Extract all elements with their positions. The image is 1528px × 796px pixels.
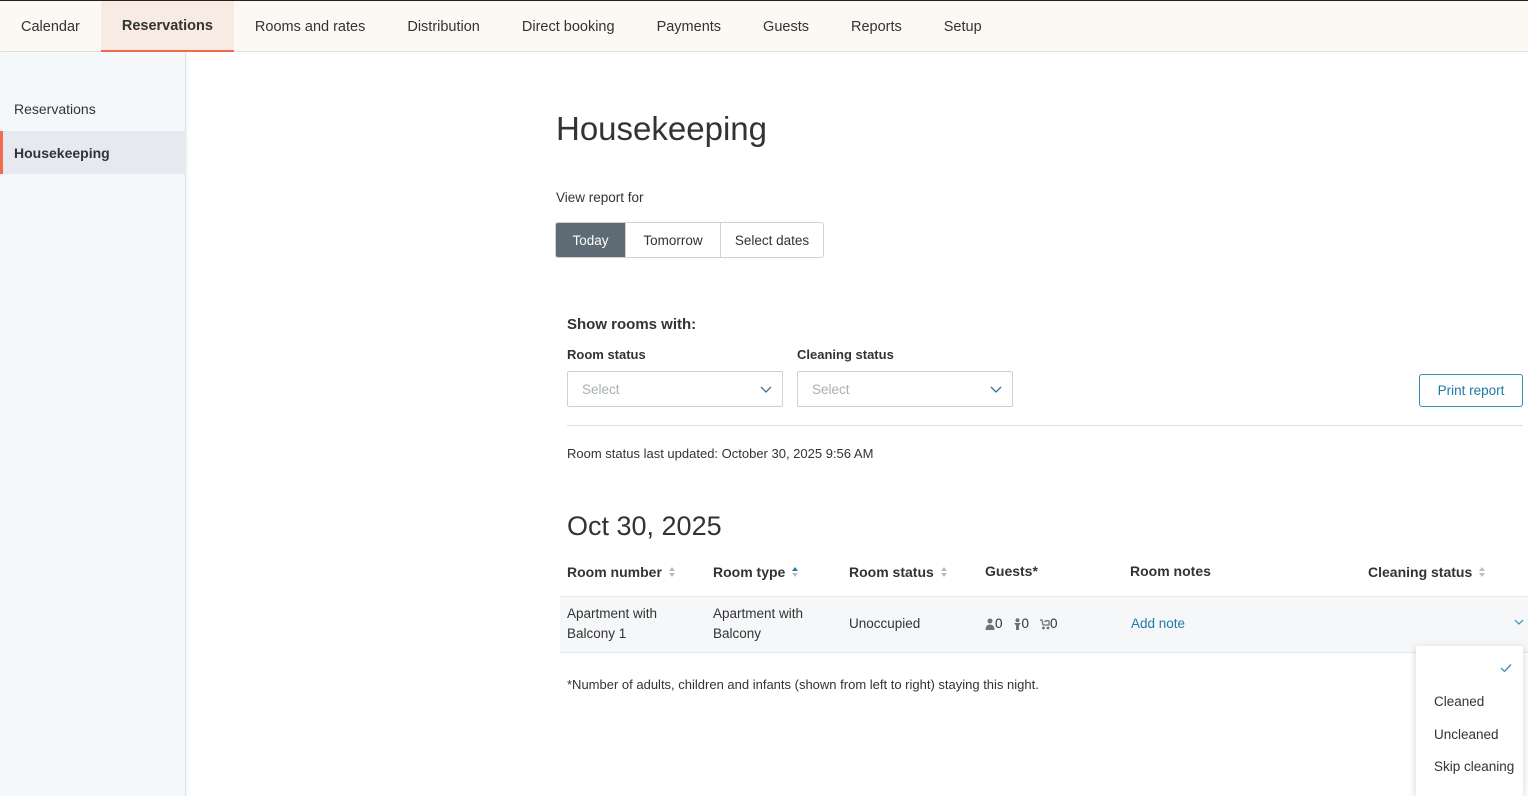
sort-icon bbox=[668, 567, 675, 577]
chevron-down-icon bbox=[760, 386, 772, 393]
tab-reports[interactable]: Reports bbox=[830, 1, 923, 52]
sort-icon bbox=[1479, 567, 1486, 577]
guests-cell: 0 0 0 bbox=[985, 614, 1066, 634]
sort-icon bbox=[940, 567, 947, 577]
sort-ascending-icon bbox=[792, 567, 799, 577]
tomorrow-button[interactable]: Tomorrow bbox=[626, 223, 721, 257]
sidebar-item-reservations[interactable]: Reservations bbox=[0, 87, 186, 130]
adults-count: 0 bbox=[985, 614, 1003, 634]
adult-icon bbox=[985, 618, 995, 630]
page-title: Housekeeping bbox=[556, 110, 767, 147]
tab-reservations[interactable]: Reservations bbox=[100, 1, 234, 52]
column-header-room-number[interactable]: Room number bbox=[567, 564, 676, 580]
column-header-label: Cleaning status bbox=[1368, 564, 1473, 580]
stroller-icon bbox=[1040, 619, 1050, 630]
room-status-select[interactable]: Select bbox=[567, 371, 783, 407]
infants-count: 0 bbox=[1039, 614, 1058, 634]
column-header-cleaning-status[interactable]: Cleaning status bbox=[1368, 564, 1486, 580]
top-navigation: Calendar Reservations Rooms and rates Di… bbox=[0, 0, 1528, 52]
room-type-cell: Apartment with Balcony bbox=[713, 606, 804, 641]
tab-distribution[interactable]: Distribution bbox=[386, 1, 501, 52]
dropdown-option-skip-cleaning[interactable]: Skip cleaning bbox=[1434, 759, 1514, 774]
dropdown-option-uncleaned[interactable]: Uncleaned bbox=[1434, 727, 1499, 742]
column-header-label: Room type bbox=[713, 564, 786, 580]
tab-calendar[interactable]: Calendar bbox=[0, 1, 101, 52]
cleaning-status-dropdown: Cleaned Uncleaned Skip cleaning bbox=[1416, 646, 1523, 796]
date-range-selector: Today Tomorrow Select dates bbox=[555, 222, 824, 258]
checkmark-icon bbox=[1500, 664, 1512, 673]
column-header-room-notes: Room notes bbox=[1130, 563, 1211, 579]
tab-rooms-and-rates[interactable]: Rooms and rates bbox=[234, 1, 386, 52]
last-updated-text: Room status last updated: October 30, 20… bbox=[567, 446, 874, 461]
column-header-label: Room status bbox=[849, 564, 934, 580]
room-status-filter-label: Room status bbox=[567, 347, 646, 362]
room-status-select-placeholder: Select bbox=[582, 381, 620, 397]
print-report-button[interactable]: Print report bbox=[1419, 374, 1523, 407]
tab-guests[interactable]: Guests bbox=[742, 1, 830, 52]
cleaning-status-select-placeholder: Select bbox=[812, 381, 850, 397]
dropdown-option-cleaned[interactable]: Cleaned bbox=[1434, 694, 1484, 709]
column-header-guests: Guests* bbox=[985, 563, 1038, 579]
chevron-down-icon[interactable] bbox=[1514, 617, 1524, 627]
today-button[interactable]: Today bbox=[556, 223, 626, 257]
guests-footnote: *Number of adults, children and infants … bbox=[567, 677, 1039, 692]
column-header-label: Room notes bbox=[1130, 563, 1211, 579]
tab-direct-booking[interactable]: Direct booking bbox=[501, 1, 636, 52]
children-count: 0 bbox=[1013, 614, 1029, 634]
sidebar-item-housekeeping[interactable]: Housekeeping bbox=[0, 131, 186, 174]
column-header-label: Guests* bbox=[985, 563, 1038, 579]
chevron-down-icon bbox=[990, 386, 1002, 393]
cleaning-status-select[interactable]: Select bbox=[797, 371, 1013, 407]
column-header-room-type[interactable]: Room type bbox=[713, 564, 799, 580]
tab-payments[interactable]: Payments bbox=[636, 1, 742, 52]
select-dates-button[interactable]: Select dates bbox=[721, 223, 823, 257]
report-date-heading: Oct 30, 2025 bbox=[567, 511, 722, 541]
room-status-cell: Unoccupied bbox=[849, 616, 921, 631]
cleaning-status-filter-label: Cleaning status bbox=[797, 347, 894, 362]
filter-heading: Show rooms with: bbox=[567, 316, 697, 333]
divider bbox=[567, 425, 1523, 426]
child-icon bbox=[1013, 618, 1021, 630]
room-number-cell: Apartment with Balcony 1 bbox=[567, 606, 658, 641]
tab-setup[interactable]: Setup bbox=[923, 1, 1003, 52]
column-header-room-status[interactable]: Room status bbox=[849, 564, 948, 580]
column-header-label: Room number bbox=[567, 564, 662, 580]
view-report-label: View report for bbox=[556, 190, 644, 205]
add-note-link[interactable]: Add note bbox=[1131, 614, 1185, 634]
sidebar: Reservations Housekeeping bbox=[0, 52, 186, 796]
